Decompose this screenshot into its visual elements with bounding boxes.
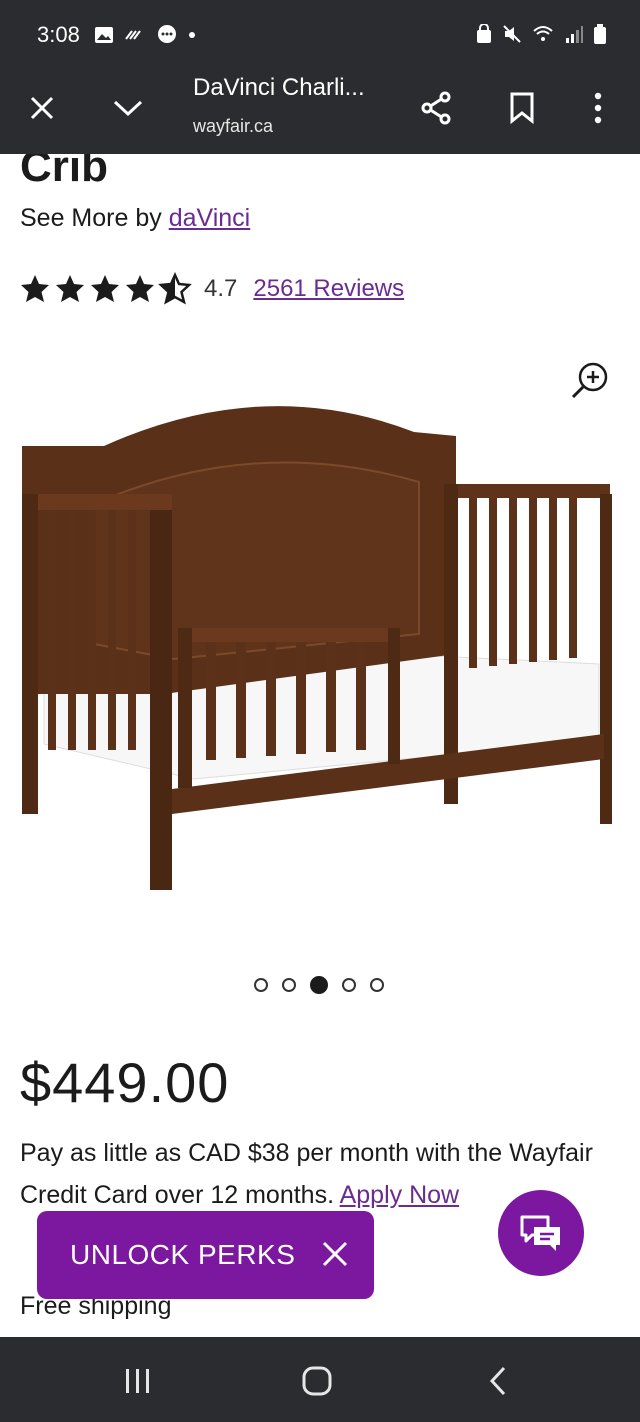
gallery-icon — [95, 27, 113, 43]
brand-link[interactable]: daVinci — [169, 204, 251, 232]
star-icon — [56, 275, 84, 302]
carousel-dot[interactable] — [282, 978, 296, 992]
product-image[interactable] — [14, 394, 626, 894]
share-icon — [421, 91, 451, 125]
close-tab-button[interactable] — [18, 84, 66, 132]
carousel-dot[interactable] — [342, 978, 356, 992]
page-content: Crib See More by daVinci 4.7 2561 Review… — [0, 154, 640, 1337]
close-icon — [30, 96, 54, 120]
back-icon — [489, 1366, 506, 1396]
home-icon — [302, 1366, 332, 1396]
more-vert-icon — [594, 92, 602, 124]
more-options-button[interactable] — [574, 84, 622, 132]
wifi-icon — [533, 26, 553, 41]
page-url[interactable]: wayfair.ca — [193, 116, 273, 137]
recent-apps-icon — [126, 1369, 149, 1393]
home-button[interactable] — [293, 1357, 341, 1405]
carousel-dot-active[interactable] — [310, 976, 328, 994]
product-price: $449.00 — [20, 1051, 230, 1114]
system-navigation-bar — [0, 1337, 640, 1422]
star-icon — [21, 275, 49, 302]
product-title: Crib — [20, 154, 108, 191]
share-button[interactable] — [412, 84, 460, 132]
notification-icons — [94, 24, 196, 46]
carousel-dot[interactable] — [370, 978, 384, 992]
status-bar: 3:08 — [0, 0, 640, 70]
recent-apps-button[interactable] — [114, 1357, 162, 1405]
signal-icon — [566, 26, 583, 43]
star-icon — [126, 275, 154, 302]
battery-icon — [594, 24, 606, 44]
chat-button[interactable] — [498, 1190, 584, 1276]
unlock-perks-banner[interactable]: UNLOCK PERKS — [37, 1211, 374, 1299]
status-time: 3:08 — [37, 22, 80, 47]
dot-icon — [189, 32, 195, 38]
unlock-perks-label[interactable]: UNLOCK PERKS — [70, 1239, 295, 1271]
message-icon — [158, 25, 176, 43]
chat-icon — [520, 1215, 560, 1251]
see-more-line: See More by daVinci — [20, 204, 250, 233]
rating-value: 4.7 — [204, 275, 238, 302]
minimize-button[interactable] — [104, 84, 152, 132]
browser-toolbar: DaVinci Charli... wayfair.ca — [0, 70, 640, 154]
mute-icon — [503, 25, 521, 43]
see-more-label: See More by — [20, 204, 169, 232]
reviews-link[interactable]: 2561 Reviews — [253, 275, 404, 303]
rating-row[interactable]: 4.7 2561 Reviews — [18, 272, 404, 306]
image-carousel-dots[interactable] — [254, 976, 384, 994]
missed-call-icon — [125, 30, 141, 40]
bookmark-icon — [510, 92, 534, 124]
star-rating — [21, 272, 192, 305]
system-icons — [476, 24, 606, 44]
star-icon — [91, 275, 119, 302]
apply-now-link[interactable]: Apply Now — [340, 1181, 460, 1209]
bookmark-button[interactable] — [498, 84, 546, 132]
carousel-dot[interactable] — [254, 978, 268, 992]
chevron-down-icon — [113, 100, 143, 117]
back-button[interactable] — [474, 1357, 522, 1405]
close-icon[interactable] — [318, 1237, 352, 1271]
page-title[interactable]: DaVinci Charli... — [193, 74, 365, 102]
lock-icon — [477, 24, 491, 43]
financing-copy: Pay as little as CAD $38 per month with … — [20, 1139, 593, 1209]
